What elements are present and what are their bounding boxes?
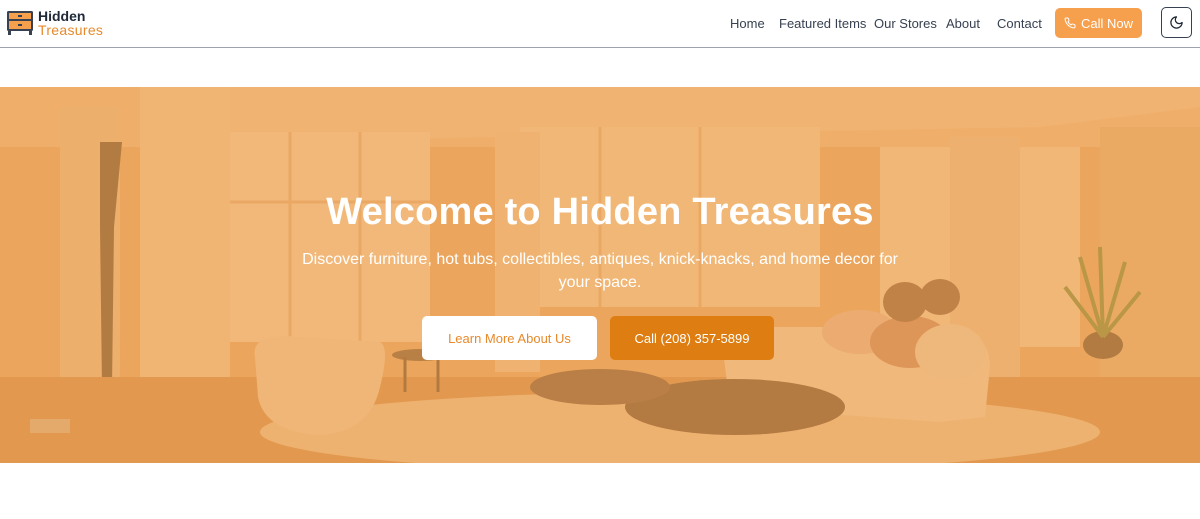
nav-our-stores[interactable]: Our Stores <box>874 16 937 31</box>
nav-contact[interactable]: Contact <box>997 16 1042 31</box>
call-now-label: Call Now <box>1080 15 1133 31</box>
nav-about[interactable]: About <box>946 16 980 31</box>
nav-featured-items[interactable]: Featured Items <box>779 16 866 31</box>
hero-title: Welcome to Hidden Treasures <box>326 191 874 233</box>
brand-logo[interactable]: Hidden Treasures <box>6 9 103 37</box>
dresser-icon <box>7 11 33 35</box>
call-now-button[interactable]: Call Now <box>1055 8 1142 38</box>
learn-more-button[interactable]: Learn More About Us <box>422 316 597 360</box>
phone-icon <box>1064 17 1076 29</box>
brand-name-line2: Treasures <box>38 22 104 38</box>
hero-subtitle: Discover furniture, hot tubs, collectibl… <box>302 251 898 291</box>
moon-icon <box>1170 16 1183 29</box>
theme-toggle-button[interactable] <box>1161 7 1192 38</box>
hero-section: Welcome to Hidden Treasures Discover fur… <box>0 87 1200 463</box>
call-phone-button[interactable]: Call (208) 357-5899 <box>610 316 774 360</box>
nav-home[interactable]: Home <box>730 16 765 31</box>
brand-name-line1: Hidden <box>38 8 86 24</box>
site-header: Hidden Treasures Home Featured Items Our… <box>0 0 1200 48</box>
